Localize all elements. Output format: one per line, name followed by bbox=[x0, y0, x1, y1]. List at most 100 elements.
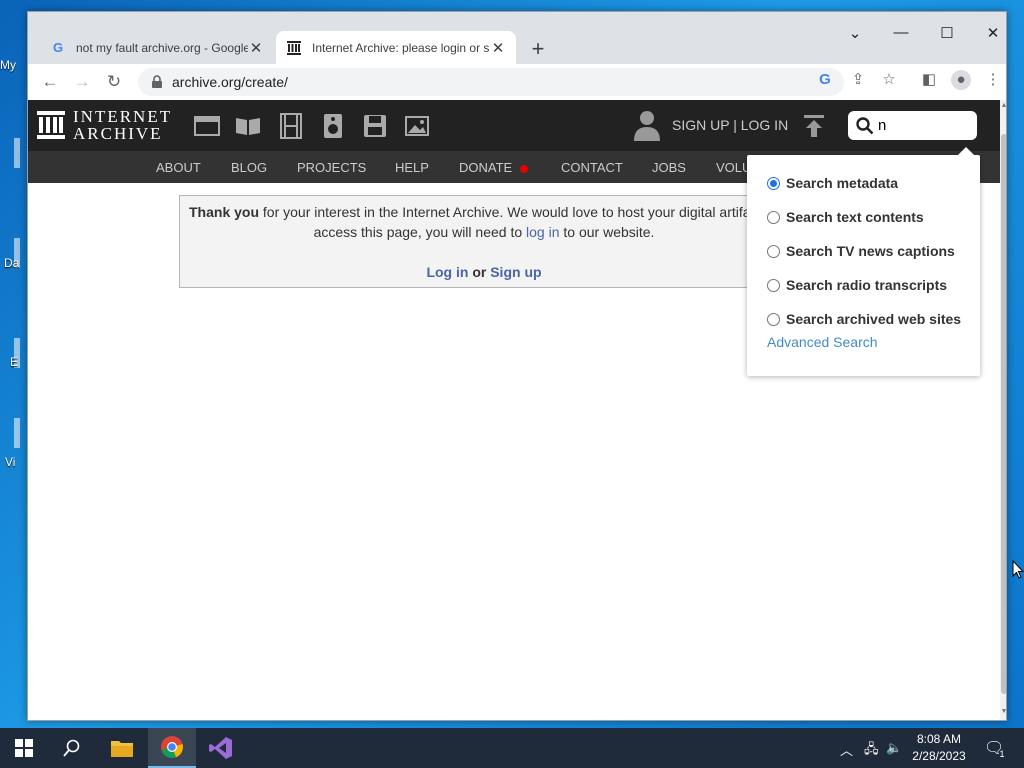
logo-line-1: INTERNET bbox=[73, 107, 173, 126]
sign-up-log-in-link[interactable]: SIGN UP | LOG IN bbox=[672, 117, 788, 133]
visual-studio-button[interactable] bbox=[197, 728, 245, 768]
nav-help[interactable]: HELP bbox=[395, 160, 429, 175]
chrome-taskbar-button[interactable] bbox=[148, 728, 196, 768]
logo-line-2: ARCHIVE bbox=[73, 124, 163, 143]
log-in-button[interactable]: Log in bbox=[426, 264, 468, 280]
tab-search-icon[interactable]: ⌄ bbox=[840, 24, 870, 46]
message-line-3: Log in or Sign up bbox=[180, 264, 788, 280]
nav-jobs[interactable]: JOBS bbox=[652, 160, 686, 175]
scroll-up-icon[interactable]: ▲ bbox=[1000, 102, 1006, 109]
notification-count: 1 bbox=[999, 749, 1005, 759]
chevron-up-icon[interactable]: ︿ bbox=[840, 740, 853, 759]
nav-blog[interactable]: BLOG bbox=[231, 160, 267, 175]
desktop-icon[interactable] bbox=[14, 138, 20, 168]
sign-up-button[interactable]: Sign up bbox=[490, 264, 541, 280]
software-icon[interactable] bbox=[362, 113, 388, 139]
advanced-search-link[interactable]: Advanced Search bbox=[767, 334, 878, 350]
nav-about[interactable]: ABOUT bbox=[156, 160, 201, 175]
nav-donate[interactable]: DONATE bbox=[459, 160, 529, 175]
search-input[interactable] bbox=[878, 117, 968, 134]
page-scrollbar[interactable]: ▲ ▼ bbox=[1000, 100, 1006, 720]
texts-icon[interactable] bbox=[235, 113, 261, 139]
radio-button[interactable] bbox=[767, 278, 780, 292]
search-option-web[interactable]: Search archived web sites bbox=[767, 311, 961, 327]
radio-button[interactable] bbox=[767, 176, 780, 190]
close-icon[interactable]: ✕ bbox=[248, 39, 264, 57]
upload-icon[interactable] bbox=[803, 114, 825, 138]
side-panel-icon[interactable]: ◧ bbox=[919, 70, 939, 90]
share-icon[interactable]: ⇪ bbox=[848, 70, 868, 90]
profile-icon[interactable]: ● bbox=[951, 70, 971, 90]
log-in-link[interactable]: log in bbox=[526, 224, 559, 240]
network-icon[interactable]: 🖧 bbox=[864, 740, 879, 762]
archive-logo-icon bbox=[37, 111, 65, 139]
search-option-text[interactable]: Search text contents bbox=[767, 209, 924, 225]
chrome-icon bbox=[161, 736, 183, 759]
window-close-button[interactable]: ✕ bbox=[978, 24, 1006, 46]
google-lens-icon[interactable]: G bbox=[815, 70, 835, 90]
search-option-tv[interactable]: Search TV news captions bbox=[767, 243, 955, 259]
scroll-down-icon[interactable]: ▼ bbox=[1000, 708, 1006, 715]
user-icon[interactable] bbox=[632, 109, 662, 141]
scroll-thumb[interactable] bbox=[1001, 134, 1006, 694]
desktop-label[interactable]: E bbox=[10, 355, 18, 369]
tab-strip: G not my fault archive.org - Google ✕ In… bbox=[28, 12, 1006, 64]
search-icon[interactable] bbox=[856, 116, 874, 135]
forward-button[interactable]: → bbox=[70, 70, 94, 94]
menu-icon[interactable]: ⋮ bbox=[983, 70, 1003, 90]
clock-date[interactable]: 2/28/2023 bbox=[906, 749, 972, 763]
google-icon: G bbox=[52, 39, 64, 55]
video-icon[interactable] bbox=[278, 113, 304, 139]
nav-contact[interactable]: CONTACT bbox=[561, 160, 623, 175]
mouse-cursor-icon bbox=[1012, 560, 1024, 579]
bookmark-star-icon[interactable]: ☆ bbox=[879, 70, 899, 90]
message-text: for your interest in the Internet Archiv… bbox=[259, 204, 773, 220]
radio-button[interactable] bbox=[767, 210, 780, 224]
option-label: Search archived web sites bbox=[786, 311, 962, 327]
archive-icon bbox=[287, 40, 301, 55]
option-label: Search metadata bbox=[786, 175, 899, 191]
message-thank-you: Thank you bbox=[189, 204, 260, 220]
address-bar[interactable]: archive.org/create/ bbox=[138, 68, 844, 96]
browser-toolbar: ← → ↻ archive.org/create/ G ⇪ ☆ ◧ ● ⋮ bbox=[28, 64, 1006, 100]
radio-button[interactable] bbox=[767, 312, 780, 326]
page-content: INTERNET ARCHIVE SIGN UP | LOG IN n ABOU… bbox=[28, 100, 1000, 720]
desktop-label[interactable]: Vi bbox=[5, 455, 15, 469]
images-icon[interactable] bbox=[404, 113, 430, 139]
tab-title: Internet Archive: please login or sign u… bbox=[312, 40, 490, 55]
maximize-button[interactable]: ☐ bbox=[932, 24, 962, 46]
search-option-metadata[interactable]: Search metadata bbox=[767, 175, 898, 191]
taskbar: ︿ 🖧 🔈 8:08 AM 2/28/2023 🗨 1 bbox=[0, 728, 1024, 768]
clock-time[interactable]: 8:08 AM bbox=[910, 732, 968, 746]
desktop-icon[interactable] bbox=[14, 418, 20, 448]
file-explorer-button[interactable] bbox=[98, 728, 146, 768]
ia-top-nav: INTERNET ARCHIVE SIGN UP | LOG IN n bbox=[28, 100, 1000, 151]
ia-logo-text: INTERNET ARCHIVE bbox=[73, 108, 172, 142]
desktop-label[interactable]: My bbox=[0, 58, 16, 72]
search-box[interactable] bbox=[848, 111, 977, 140]
nav-projects[interactable]: PROJECTS bbox=[297, 160, 366, 175]
desktop-label[interactable]: Da bbox=[4, 256, 19, 270]
url-text: archive.org/create/ bbox=[172, 74, 288, 90]
start-button[interactable] bbox=[0, 728, 48, 768]
ia-logo[interactable]: INTERNET ARCHIVE bbox=[37, 108, 172, 142]
taskbar-search-button[interactable] bbox=[48, 728, 96, 768]
message-line-2: access this page, you will need to log i… bbox=[180, 224, 788, 240]
search-icon bbox=[63, 739, 80, 757]
option-label: Search radio transcripts bbox=[786, 277, 948, 293]
back-button[interactable]: ← bbox=[38, 70, 62, 94]
audio-icon[interactable] bbox=[320, 113, 346, 139]
minimize-button[interactable]: — bbox=[886, 24, 916, 46]
option-label: Search TV news captions bbox=[786, 243, 955, 259]
reload-button[interactable]: ↻ bbox=[102, 70, 126, 94]
lock-icon[interactable] bbox=[150, 75, 164, 89]
new-tab-button[interactable]: + bbox=[528, 36, 548, 62]
close-icon[interactable]: ✕ bbox=[490, 39, 506, 57]
tab-internet-archive[interactable]: Internet Archive: please login or sign u… bbox=[276, 31, 516, 64]
search-option-radio[interactable]: Search radio transcripts bbox=[767, 277, 947, 293]
radio-button[interactable] bbox=[767, 244, 780, 258]
web-icon[interactable] bbox=[194, 113, 220, 139]
volume-icon[interactable]: 🔈 bbox=[886, 740, 902, 756]
tab-google-search[interactable]: G not my fault archive.org - Google ✕ bbox=[40, 31, 274, 64]
option-label: Search text contents bbox=[786, 209, 924, 225]
